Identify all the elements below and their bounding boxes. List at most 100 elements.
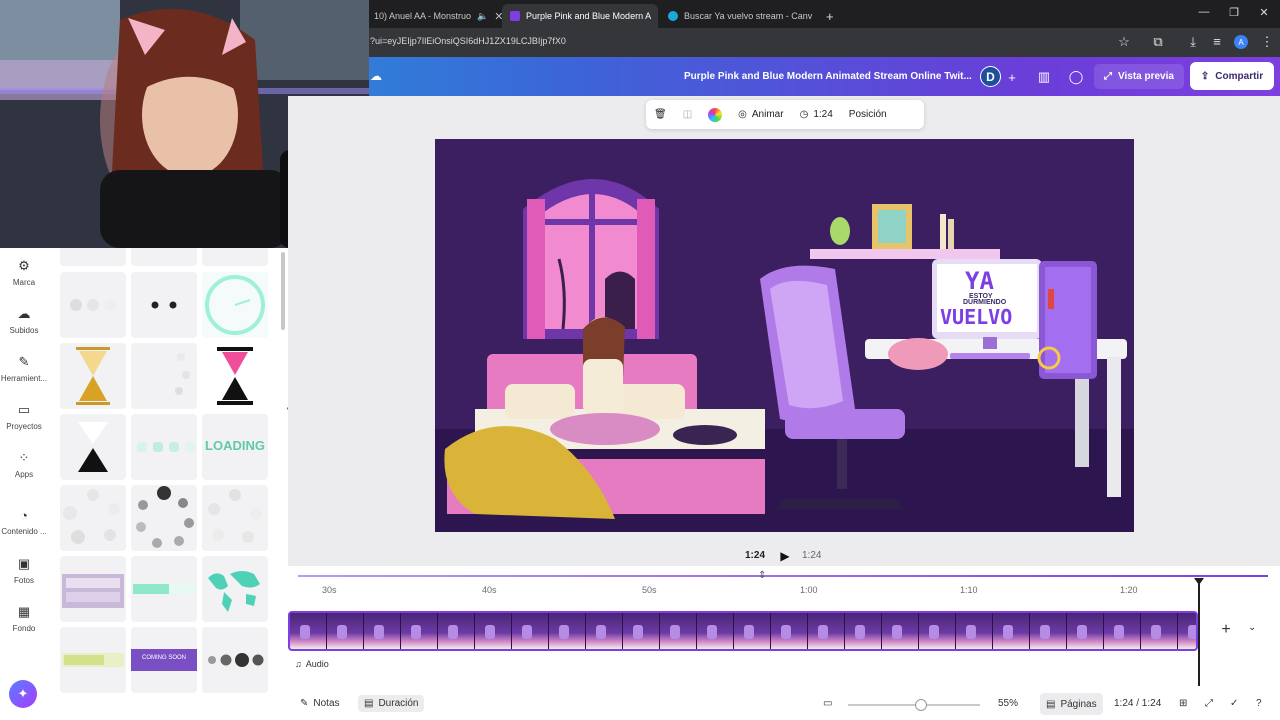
rail-tools[interactable]: ✎ Herramient...	[0, 354, 48, 383]
element-tile[interactable]	[202, 248, 268, 266]
play-button[interactable]: ▶	[775, 546, 795, 566]
element-tile-loading-strip[interactable]	[60, 627, 126, 693]
add-collaborator-icon[interactable]: +	[1001, 66, 1023, 88]
close-tab-icon[interactable]: ✕	[657, 10, 658, 23]
minimize-icon[interactable]: —	[1194, 6, 1214, 18]
color-button[interactable]	[700, 100, 730, 129]
extensions-icon[interactable]: ⧉	[1149, 34, 1167, 50]
element-tile-dots-green[interactable]	[131, 414, 197, 480]
element-tile-hourglass-gold[interactable]	[60, 343, 126, 409]
tab-canva-design[interactable]: Purple Pink and Blue Modern A ✕	[502, 4, 658, 28]
rail-projects[interactable]: ▭ Proyectos	[0, 402, 48, 431]
element-tile-coming-soon[interactable]: COMING SOON	[131, 627, 197, 693]
ruler-label: 1:00	[800, 585, 818, 595]
stream-scene-illustration	[435, 139, 1134, 532]
rail-photos[interactable]: ▣ Fotos	[0, 556, 48, 585]
close-window-icon[interactable]: ✕	[1254, 6, 1274, 19]
flip-button[interactable]: ◫	[675, 100, 700, 129]
element-tile-hourglass-pink[interactable]	[202, 343, 268, 409]
playhead[interactable]	[1198, 580, 1200, 686]
browser-profile-avatar[interactable]: A	[1234, 35, 1248, 49]
help-icon[interactable]: ?	[1256, 698, 1262, 709]
element-tile-world-map[interactable]	[202, 556, 268, 622]
zoom-value[interactable]: 55%	[998, 698, 1018, 709]
duration-label: 1:24	[813, 109, 833, 120]
element-tile-hourglass-black[interactable]	[60, 414, 126, 480]
animate-button[interactable]: ◎ Animar	[730, 100, 791, 129]
check-circle-icon[interactable]: ✓	[1230, 698, 1238, 709]
comment-icon[interactable]: ◯	[1065, 66, 1087, 88]
rail-uploads[interactable]: ☁ Subidos	[0, 306, 48, 335]
browser-menu-icon[interactable]: ⋮	[1258, 34, 1276, 50]
element-tile[interactable]	[60, 248, 126, 266]
close-tab-icon[interactable]: ✕	[494, 10, 502, 23]
clock-outline-graphic	[205, 275, 265, 335]
magic-assistant-button[interactable]: ✦	[9, 680, 37, 708]
clip-frame-thumbnail	[882, 613, 919, 649]
mute-icon[interactable]: 🔈	[477, 11, 488, 22]
element-tile-dots-arc[interactable]	[131, 343, 197, 409]
element-tile-dots-light[interactable]	[60, 272, 126, 338]
duration-button[interactable]: ◷ 1:24	[792, 100, 841, 129]
window-screens-graphic	[62, 574, 124, 608]
element-tile[interactable]	[131, 248, 197, 266]
grid-view-icon[interactable]: ⊞	[1179, 698, 1187, 709]
design-canvas[interactable]: YA ESTOY DURMIENDO VUELVO	[435, 139, 1134, 532]
position-label: Posición	[848, 109, 887, 120]
animate-label: Animar	[751, 109, 784, 120]
element-tile-dots-grey[interactable]	[202, 627, 268, 693]
element-tile-window-screens[interactable]	[60, 556, 126, 622]
element-tile-spinner-light[interactable]	[60, 485, 126, 551]
download-icon[interactable]: ⤓	[1184, 34, 1202, 50]
element-tile-clock[interactable]	[202, 272, 268, 338]
delete-button[interactable]: 🗑	[646, 100, 675, 129]
total-time: 1:24	[802, 550, 822, 561]
url-field[interactable]: ?ui=eyJEIjp7IlEiOnsiQSI6dHJ1ZX19LCJBIjp7…	[370, 36, 566, 46]
clip-frame-thumbnail	[475, 613, 512, 649]
restore-icon[interactable]: ❐	[1224, 6, 1244, 19]
timeline-progress[interactable]	[298, 575, 1268, 577]
share-button[interactable]: ⇪ Compartir	[1190, 62, 1274, 90]
position-button[interactable]: Posición	[841, 100, 895, 129]
chevron-down-icon[interactable]: ⌄	[1248, 622, 1256, 633]
element-tile-progress-bar[interactable]	[131, 556, 197, 622]
animate-icon: ◎	[738, 109, 747, 120]
panel-scrollbar[interactable]	[281, 252, 285, 330]
fullscreen-icon[interactable]: ⤢	[1205, 698, 1213, 709]
add-page-button[interactable]: +	[1214, 618, 1238, 642]
rail-background[interactable]: ▦ Fondo	[0, 604, 48, 633]
preview-button[interactable]: ⤢ Vista previa	[1094, 64, 1184, 89]
clip-frame-thumbnail	[808, 613, 845, 649]
element-tile-spinner-white[interactable]	[202, 485, 268, 551]
element-tile-spinner-dark[interactable]	[131, 485, 197, 551]
page-clip[interactable]	[288, 611, 1198, 651]
pages-button[interactable]: ▤ Páginas	[1040, 693, 1103, 715]
duration-toggle[interactable]: ▤ Duración	[358, 695, 425, 712]
fit-screen-icon[interactable]: ▭	[823, 698, 832, 709]
element-tile-dots-dark[interactable]	[131, 272, 197, 338]
user-avatar[interactable]: D	[980, 66, 1001, 87]
clip-frame-thumbnail	[734, 613, 771, 649]
element-tile-loading-text[interactable]: LOADING	[202, 414, 268, 480]
notes-button[interactable]: ✎ Notas	[300, 698, 340, 709]
reading-list-icon[interactable]: ≡	[1208, 34, 1226, 49]
audio-track[interactable]: ♫ Audio	[295, 659, 329, 669]
tab-canva-search[interactable]: Buscar Ya vuelvo stream - Canv ✕	[660, 4, 816, 28]
loading-dots-graphic	[208, 653, 264, 667]
bookmark-star-icon[interactable]: ☆	[1115, 34, 1133, 50]
pages-label: Páginas	[1060, 698, 1097, 710]
new-tab-button[interactable]: +	[818, 4, 840, 28]
rail-label: Apps	[14, 470, 34, 479]
rail-brand[interactable]: ⚙ Marca	[0, 258, 48, 287]
tab-youtube[interactable]: 10) Anuel AA - Monstruo 🔈 ✕	[366, 4, 502, 28]
insights-chart-icon[interactable]: ▥	[1033, 66, 1055, 88]
zoom-slider-knob[interactable]	[914, 699, 927, 711]
clip-frame-thumbnail	[1067, 613, 1104, 649]
rail-content[interactable]: ◔ Contenido ...	[0, 508, 48, 536]
document-title[interactable]: Purple Pink and Blue Modern Animated Str…	[684, 71, 972, 82]
hourglass-icon	[217, 347, 253, 405]
rail-apps[interactable]: ⁘ Apps	[0, 450, 48, 479]
cloud-sync-icon[interactable]: ☁	[370, 69, 384, 83]
resize-handle-icon[interactable]: ⇕	[758, 570, 766, 581]
playhead-knob-icon[interactable]	[1194, 578, 1204, 585]
